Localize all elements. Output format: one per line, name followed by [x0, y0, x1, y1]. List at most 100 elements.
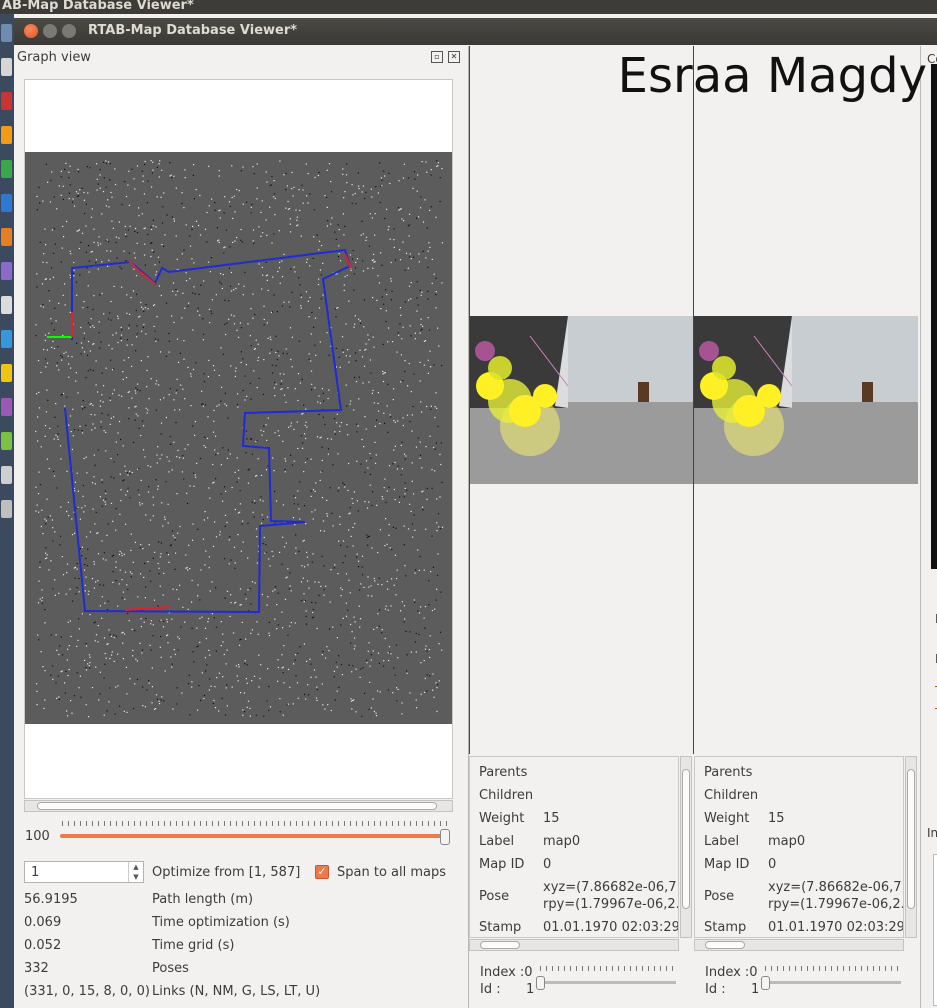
- app-icon[interactable]: [1, 466, 12, 484]
- poses-value: 332: [24, 961, 49, 976]
- app-icon[interactable]: [1, 296, 12, 314]
- stamp-value: 01.01.1970 02:03:29: [768, 920, 904, 935]
- index-slider-track-2[interactable]: [765, 981, 901, 984]
- index-slider-handle-2[interactable]: [761, 976, 770, 990]
- links-label: Links (N, NM, G, LS, LT, U): [152, 984, 321, 999]
- index-slider-track-1[interactable]: [540, 981, 676, 984]
- index-slider-ticks: [765, 966, 901, 971]
- parents-label: Parents: [704, 765, 753, 780]
- parents-label: Parents: [479, 765, 528, 780]
- graph-view-canvas[interactable]: [24, 79, 453, 799]
- weight-label: Weight: [479, 811, 525, 826]
- slider-ticks: [62, 821, 447, 826]
- window-title: RTAB-Map Database Viewer*: [88, 23, 298, 38]
- span-maps-checkbox[interactable]: ✓: [315, 865, 329, 879]
- app-icon[interactable]: [1, 364, 12, 382]
- weight-value: 15: [543, 811, 560, 826]
- right-dock-panel: Co N L T T In: [920, 46, 937, 1008]
- time-grid-label: Time grid (s): [152, 938, 235, 953]
- pose-xyz-value: xyz=(7.86682e-06,7.: [543, 880, 679, 895]
- poses-label: Poses: [152, 961, 189, 976]
- maximize-window-button[interactable]: [62, 24, 76, 38]
- camera-image-1: [470, 316, 694, 484]
- app-icon[interactable]: [1, 92, 12, 110]
- id-label-2: Id :: [705, 982, 726, 997]
- stamp-label: Stamp: [704, 920, 747, 935]
- links-value: (331, 0, 15, 8, 0, 0): [24, 984, 150, 999]
- stamp-value: 01.01.1970 02:03:29: [543, 920, 679, 935]
- label-value: map0: [543, 834, 581, 849]
- optimize-from-spinbox[interactable]: 1 ▲ ▼: [24, 861, 144, 883]
- system-top-bar: AB-Map Database Viewer*: [0, 0, 937, 14]
- weight-value: 15: [768, 811, 785, 826]
- app-icon[interactable]: [1, 126, 12, 144]
- optimize-from-label: Optimize from [1, 587]: [152, 865, 301, 880]
- watermark-text: Esraa Magdy: [617, 48, 927, 104]
- children-label: Children: [704, 788, 759, 803]
- right-panel-view: [931, 64, 937, 569]
- optimize-from-value: 1: [31, 865, 40, 880]
- time-grid-value: 0.052: [24, 938, 62, 953]
- info-vertical-scrollbar-1[interactable]: [680, 756, 692, 938]
- app-icon[interactable]: [1, 500, 12, 518]
- camera-image-2: [694, 316, 918, 484]
- graph-slider-track[interactable]: [60, 834, 448, 838]
- node-image-view-2[interactable]: [693, 46, 919, 754]
- minimize-window-button[interactable]: [43, 24, 57, 38]
- index-slider-handle-1[interactable]: [536, 976, 545, 990]
- map-background: [25, 152, 452, 724]
- app-icon[interactable]: [1, 262, 12, 280]
- close-window-button[interactable]: [24, 24, 38, 38]
- app-icon[interactable]: [1, 194, 12, 212]
- scroll-thumb[interactable]: [480, 941, 520, 949]
- scroll-thumb[interactable]: [705, 941, 745, 949]
- scroll-thumb[interactable]: [907, 769, 915, 909]
- node-info-panel-2: Parents Children Weight 15 Label map0 Ma…: [694, 756, 904, 938]
- map-id-label: Map ID: [704, 857, 750, 872]
- span-maps-label: Span to all maps: [337, 865, 447, 880]
- info-horizontal-scrollbar-1[interactable]: [469, 939, 679, 951]
- weight-label: Weight: [704, 811, 750, 826]
- spinbox-arrows-icon[interactable]: ▲ ▼: [128, 862, 143, 882]
- graph-horizontal-scrollbar[interactable]: [24, 800, 453, 812]
- undock-icon[interactable]: ▫: [431, 51, 443, 63]
- node-info-panel-1: Parents Children Weight 15 Label map0 Ma…: [469, 756, 679, 938]
- app-icon[interactable]: [1, 160, 12, 178]
- window-titlebar: RTAB-Map Database Viewer*: [14, 18, 937, 45]
- id-value-2: 1: [751, 982, 760, 997]
- map-id-label: Map ID: [479, 857, 525, 872]
- children-label: Children: [479, 788, 534, 803]
- app-icon[interactable]: [1, 58, 12, 76]
- app-icon[interactable]: [1, 24, 12, 42]
- graph-stats: 56.9195 Path length (m) 0.069 Time optim…: [24, 892, 464, 1008]
- scroll-thumb[interactable]: [37, 802, 437, 810]
- info-horizontal-scrollbar-2[interactable]: [694, 939, 904, 951]
- index-slider-ticks: [540, 966, 676, 971]
- label-value: map0: [768, 834, 806, 849]
- app-icon[interactable]: [1, 432, 12, 450]
- slider-value-label: 100: [25, 829, 50, 844]
- pose-rpy-value: rpy=(1.79967e-06,2.:: [768, 897, 904, 912]
- index-label-2: Index :0: [705, 965, 758, 980]
- node-image-view-1[interactable]: [469, 46, 695, 754]
- occupancy-map: [25, 152, 452, 724]
- label-label: Label: [704, 834, 740, 849]
- right-panel-box: [933, 854, 937, 1006]
- graph-view-title: Graph view: [17, 50, 91, 65]
- path-length-label: Path length (m): [152, 892, 254, 907]
- index-label-1: Index :0: [480, 965, 533, 980]
- pose-rpy-value: rpy=(1.79967e-06,2.:: [543, 897, 679, 912]
- graph-slider-handle[interactable]: [440, 829, 450, 845]
- app-icon[interactable]: [1, 398, 12, 416]
- id-label-1: Id :: [480, 982, 501, 997]
- id-value-1: 1: [526, 982, 535, 997]
- time-optimization-label: Time optimization (s): [152, 915, 290, 930]
- scroll-thumb[interactable]: [682, 769, 690, 909]
- close-panel-icon[interactable]: ✕: [448, 51, 460, 63]
- pose-label: Pose: [479, 889, 510, 904]
- pose-label: Pose: [704, 889, 735, 904]
- info-vertical-scrollbar-2[interactable]: [905, 756, 917, 938]
- app-icon[interactable]: [1, 330, 12, 348]
- app-icon[interactable]: [1, 228, 12, 246]
- label-label: Label: [479, 834, 515, 849]
